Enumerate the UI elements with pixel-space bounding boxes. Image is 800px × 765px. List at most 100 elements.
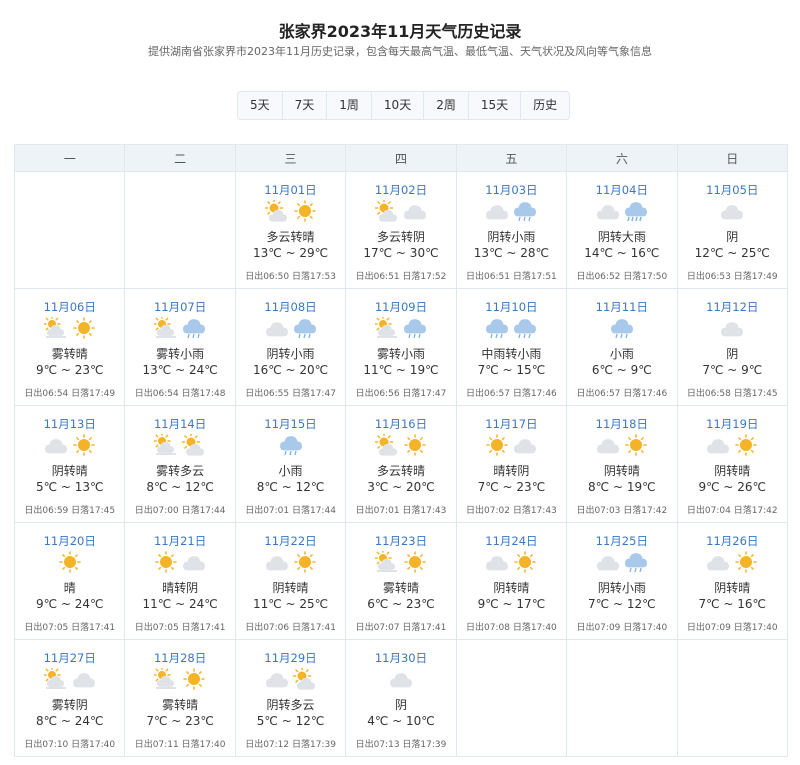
partly-cloudy-icon: [374, 434, 397, 456]
day-cell[interactable]: 11月26日 阴转晴 7℃ ~ 16℃ 日出07:09 日落17:40: [676, 522, 789, 640]
temperature-range: 9℃ ~ 24℃: [35, 597, 104, 611]
sunrise-sunset: 日出07:08 日落17:40: [466, 623, 557, 633]
rain-icon: [610, 319, 633, 339]
weekday-header: 一: [13, 144, 126, 172]
sunrise-sunset: 日出07:02 日落17:43: [466, 506, 557, 516]
range-tab[interactable]: 历史: [521, 92, 569, 119]
day-date: 11月23日: [374, 534, 428, 548]
rain-icon: [279, 436, 302, 456]
day-cell[interactable]: 11月07日 雾转小雨 13℃ ~ 24℃ 日出06:54 日落17:48: [124, 288, 236, 406]
sunrise-sunset: 日出07:07 日落17:41: [355, 623, 447, 633]
day-cell[interactable]: 11月29日 阴转多云 5℃ ~ 12℃ 日出07:12 日落17:39: [234, 639, 347, 757]
weather-condition: 阴转晴: [272, 581, 309, 595]
range-tab[interactable]: 15天: [469, 92, 522, 119]
day-cell[interactable]: 11月21日 晴转阴 11℃ ~ 24℃ 日出07:05 日落17:41: [124, 522, 236, 640]
range-tabs: 5天 7天 1周 10天 2周 15天 历史: [237, 91, 571, 120]
weather-icons: [567, 551, 676, 575]
rain-icon: [624, 553, 647, 573]
day-cell[interactable]: 11月08日 阴转小雨 16℃ ~ 20℃ 日出06:55 日落17:47: [234, 288, 347, 406]
weekday-header: 二: [124, 144, 236, 172]
day-cell[interactable]: 11月04日 阴转大雨 14℃ ~ 16℃ 日出06:52 日落17:50: [566, 171, 678, 289]
range-tab[interactable]: 7天: [283, 92, 328, 119]
sunrise-sunset: 日出07:06 日落17:41: [245, 623, 336, 633]
sunny-icon: [625, 434, 647, 456]
weather-condition: 多云转晴: [376, 464, 425, 478]
sunny-icon: [404, 434, 426, 456]
weather-condition: 雾转晴: [162, 698, 199, 712]
range-tab[interactable]: 2周: [424, 92, 469, 119]
day-cell[interactable]: 11月25日 阴转小雨 7℃ ~ 12℃ 日出07:09 日落17:40: [566, 522, 678, 640]
page-title: 张家界2023年11月天气历史记录: [278, 22, 522, 41]
temperature-range: 9℃ ~ 23℃: [35, 363, 104, 377]
day-cell[interactable]: 11月11日 小雨 6℃ ~ 9℃ 日出06:57 日落17:46: [566, 288, 678, 406]
temperature-range: 7℃ ~ 15℃: [477, 363, 546, 377]
cloudy-icon: [596, 205, 619, 220]
weather-icons: [346, 668, 455, 692]
day-cell[interactable]: 11月22日 阴转晴 11℃ ~ 25℃ 日出07:06 日落17:41: [234, 522, 347, 640]
day-cell[interactable]: 11月30日 阴 4℃ ~ 10℃ 日出07:13 日落17:39: [345, 639, 457, 757]
weather-condition: 多云转晴: [266, 230, 315, 244]
day-cell[interactable]: 11月06日 雾转晴 9℃ ~ 23℃ 日出06:54 日落17:49: [13, 288, 126, 406]
weekday-header-row: 一二三四五六日: [13, 144, 789, 172]
range-tab[interactable]: 1周: [327, 92, 372, 119]
sunny-icon: [293, 551, 316, 573]
day-cell[interactable]: 11月19日 阴转晴 9℃ ~ 26℃ 日出07:04 日落17:42: [676, 405, 789, 523]
day-cell[interactable]: 11月05日 阴 12℃ ~ 25℃ 日出06:53 日落17:49: [676, 171, 789, 289]
sunrise-sunset: 日出06:51 日落17:52: [355, 272, 447, 282]
day-cell[interactable]: 11月20日 晴 9℃ ~ 24℃ 日出07:05 日落17:41: [13, 522, 126, 640]
day-cell[interactable]: 11月18日 阴转晴 8℃ ~ 19℃ 日出07:03 日落17:42: [566, 405, 678, 523]
day-cell[interactable]: 11月09日 雾转小雨 11℃ ~ 19℃ 日出06:56 日落17:47: [345, 288, 457, 406]
day-cell[interactable]: 11月01日 多云转晴 13℃ ~ 29℃ 日出06:50 日落17:53: [234, 171, 347, 289]
temperature-range: 7℃ ~ 16℃: [698, 597, 767, 611]
weather-icons: [567, 200, 676, 224]
partly-cloudy-icon: [292, 668, 315, 690]
fog-icon: [154, 434, 177, 455]
day-cell[interactable]: 11月02日 多云转阴 17℃ ~ 30℃ 日出06:51 日落17:52: [345, 171, 457, 289]
sunny-icon: [514, 551, 537, 573]
day-cell[interactable]: 11月15日 小雨 8℃ ~ 12℃ 日出07:01 日落17:44: [234, 405, 347, 523]
sunrise-sunset: 日出06:59 日落17:45: [24, 506, 116, 516]
day-cell[interactable]: 11月28日 雾转晴 7℃ ~ 23℃ 日出07:11 日落17:40: [124, 639, 236, 757]
day-cell[interactable]: 11月12日 阴 7℃ ~ 9℃ 日出06:58 日落17:45: [676, 288, 789, 406]
temperature-range: 13℃ ~ 29℃: [252, 246, 329, 260]
weather-condition: 雾转小雨: [156, 347, 205, 361]
sunrise-sunset: 日出06:50 日落17:53: [245, 272, 336, 282]
calendar-week-row: 11月13日 阴转晴 5℃ ~ 13℃ 日出06:59 日落17:45 11月1…: [13, 405, 789, 523]
weather-condition: 多云转阴: [376, 230, 425, 244]
range-tab[interactable]: 10天: [372, 92, 425, 119]
weather-icons: [236, 200, 345, 224]
weekday-header: 日: [676, 144, 789, 172]
sunrise-sunset: 日出06:55 日落17:47: [245, 389, 336, 399]
day-cell[interactable]: 11月03日 阴转小雨 13℃ ~ 28℃ 日出06:51 日落17:51: [455, 171, 568, 289]
sunrise-sunset: 日出06:52 日落17:50: [576, 272, 668, 282]
day-cell[interactable]: 11月14日 雾转多云 8℃ ~ 12℃ 日出07:00 日落17:44: [124, 405, 236, 523]
temperature-range: 8℃ ~ 12℃: [256, 480, 325, 494]
day-cell[interactable]: 11月24日 阴转晴 9℃ ~ 17℃ 日出07:08 日落17:40: [455, 522, 568, 640]
weather-condition: 阴转晴: [714, 464, 751, 478]
day-date: 11月18日: [595, 417, 648, 431]
weekday-header: 六: [566, 144, 678, 172]
sunrise-sunset: 日出07:12 日落17:39: [245, 740, 336, 750]
day-cell[interactable]: 11月17日 晴转阴 7℃ ~ 23℃ 日出07:02 日落17:43: [455, 405, 568, 523]
weather-condition: 雾转晴: [382, 581, 419, 595]
sunny-icon: [72, 317, 95, 339]
day-cell[interactable]: 11月27日 雾转阴 8℃ ~ 24℃ 日出07:10 日落17:40: [13, 639, 126, 757]
weather-condition: 阴转晴: [51, 464, 88, 478]
day-date: 11月20日: [43, 534, 96, 548]
weather-icons: [457, 434, 566, 458]
day-date: 11月22日: [264, 534, 317, 548]
day-date: 11月16日: [374, 417, 428, 431]
day-cell[interactable]: 11月10日 中雨转小雨 7℃ ~ 15℃ 日出06:57 日落17:46: [455, 288, 568, 406]
weekday-header: 四: [345, 144, 457, 172]
sunrise-sunset: 日出07:05 日落17:41: [134, 623, 226, 633]
weather-condition: 小雨: [278, 464, 303, 478]
cloudy-icon: [389, 673, 412, 688]
cloudy-icon: [403, 205, 426, 220]
day-date: 11月30日: [374, 651, 428, 665]
weather-condition: 晴转阴: [493, 464, 530, 478]
weather-icons: [125, 317, 234, 341]
day-cell[interactable]: 11月16日 多云转晴 3℃ ~ 20℃ 日出07:01 日落17:43: [345, 405, 457, 523]
range-tab[interactable]: 5天: [238, 92, 283, 119]
day-cell[interactable]: 11月23日 雾转晴 6℃ ~ 23℃ 日出07:07 日落17:41: [345, 522, 457, 640]
day-cell[interactable]: 11月13日 阴转晴 5℃ ~ 13℃ 日出06:59 日落17:45: [13, 405, 126, 523]
